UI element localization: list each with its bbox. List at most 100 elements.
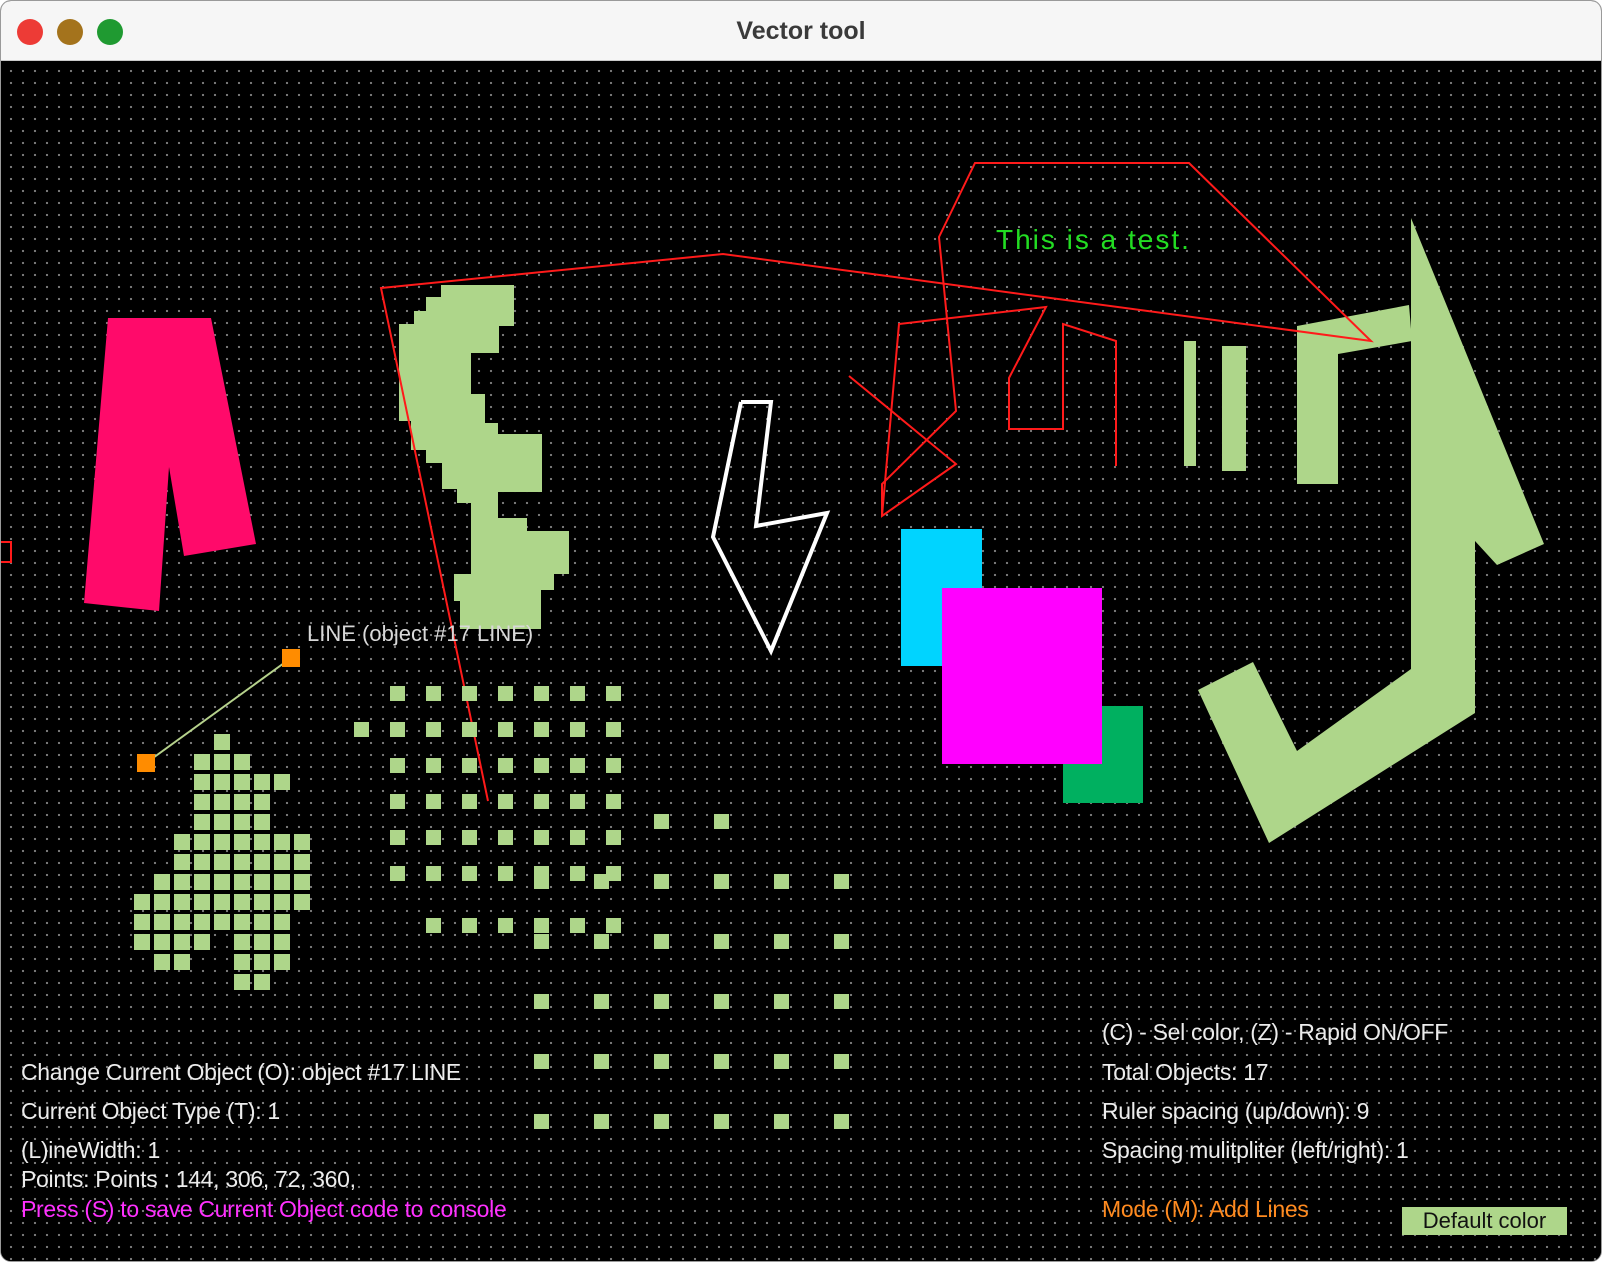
- green-square: [254, 794, 270, 810]
- green-bar-2[interactable]: [1222, 346, 1246, 471]
- green-square: [274, 834, 290, 850]
- green-square: [274, 954, 290, 970]
- red-polyline-star[interactable]: [881, 305, 1117, 517]
- green-square: [234, 814, 250, 830]
- green-square: [174, 934, 190, 950]
- green-square: [462, 758, 477, 773]
- green-square: [498, 794, 513, 809]
- hud-save-hint: Press (S) to save Current Object code to…: [21, 1196, 507, 1222]
- green-square: [774, 934, 789, 949]
- green-square: [294, 854, 310, 870]
- green-square: [154, 874, 170, 890]
- green-square: [534, 794, 549, 809]
- green-square: [570, 866, 585, 881]
- green-square: [254, 874, 270, 890]
- green-square: [498, 686, 513, 701]
- green-s-shape[interactable]: [399, 285, 569, 629]
- green-square: [834, 874, 849, 889]
- green-square: [534, 1114, 549, 1129]
- green-square: [390, 866, 405, 881]
- green-square: [234, 934, 250, 950]
- green-square: [534, 722, 549, 737]
- green-square: [294, 874, 310, 890]
- green-square: [234, 914, 250, 930]
- selected-object-label: LINE (object #17 LINE): [307, 621, 534, 646]
- magenta-rectangle[interactable]: [942, 588, 1102, 764]
- green-square: [714, 934, 729, 949]
- green-square: [274, 774, 290, 790]
- green-square: [174, 854, 190, 870]
- green-square: [214, 834, 230, 850]
- green-hook-shape[interactable]: [1297, 305, 1412, 484]
- green-square: [174, 914, 190, 930]
- green-square: [534, 994, 549, 1009]
- green-j-shape[interactable]: [1198, 218, 1544, 843]
- green-square: [214, 914, 230, 930]
- green-square: [154, 954, 170, 970]
- green-square: [834, 1054, 849, 1069]
- green-bar-1[interactable]: [1184, 341, 1196, 466]
- green-square: [654, 994, 669, 1009]
- green-square: [570, 794, 585, 809]
- green-square: [134, 894, 150, 910]
- green-square: [534, 830, 549, 845]
- green-square: [570, 686, 585, 701]
- green-square: [234, 854, 250, 870]
- green-square: [134, 934, 150, 950]
- green-square: [654, 814, 669, 829]
- green-square: [426, 794, 441, 809]
- green-square: [774, 1054, 789, 1069]
- green-square: [154, 894, 170, 910]
- green-square: [214, 774, 230, 790]
- green-square: [714, 1054, 729, 1069]
- green-square: [714, 994, 729, 1009]
- green-square: [234, 774, 250, 790]
- green-square: [462, 794, 477, 809]
- green-square: [194, 914, 210, 930]
- green-square: [534, 758, 549, 773]
- green-square: [194, 874, 210, 890]
- green-square: [194, 934, 210, 950]
- green-square: [254, 954, 270, 970]
- green-square: [462, 918, 477, 933]
- green-square: [274, 874, 290, 890]
- green-square: [834, 994, 849, 1009]
- green-square: [214, 854, 230, 870]
- green-square: [426, 722, 441, 737]
- green-square: [294, 894, 310, 910]
- white-bolt-outline[interactable]: [710, 400, 831, 656]
- default-color-button[interactable]: Default color: [1402, 1207, 1567, 1235]
- green-square: [606, 722, 621, 737]
- pink-polygon[interactable]: [84, 318, 256, 611]
- green-square: [498, 830, 513, 845]
- drawing-canvas[interactable]: This is a test. LINE (object #17 LINE) (…: [1, 61, 1601, 1261]
- green-square: [606, 918, 621, 933]
- green-square: [714, 1114, 729, 1129]
- green-square: [390, 686, 405, 701]
- green-square: [426, 830, 441, 845]
- line-handle-start[interactable]: [137, 754, 155, 772]
- green-square: [214, 814, 230, 830]
- green-square: [234, 874, 250, 890]
- green-square: [594, 994, 609, 1009]
- green-square: [390, 830, 405, 845]
- hud-object-type: Current Object Type (T): 1: [21, 1098, 280, 1124]
- green-square: [214, 894, 230, 910]
- green-square: [274, 894, 290, 910]
- canvas-text-object[interactable]: This is a test.: [996, 224, 1191, 256]
- green-square: [194, 834, 210, 850]
- hud-total-objects: Total Objects: 17: [1102, 1059, 1269, 1085]
- green-square: [654, 934, 669, 949]
- green-square: [462, 686, 477, 701]
- green-square: [570, 918, 585, 933]
- line-handle-end[interactable]: [282, 649, 300, 667]
- green-square: [234, 894, 250, 910]
- green-square: [254, 834, 270, 850]
- green-square: [254, 774, 270, 790]
- green-square: [774, 874, 789, 889]
- green-square: [274, 914, 290, 930]
- green-square: [194, 754, 210, 770]
- green-square: [714, 874, 729, 889]
- green-square: [254, 894, 270, 910]
- green-square: [214, 754, 230, 770]
